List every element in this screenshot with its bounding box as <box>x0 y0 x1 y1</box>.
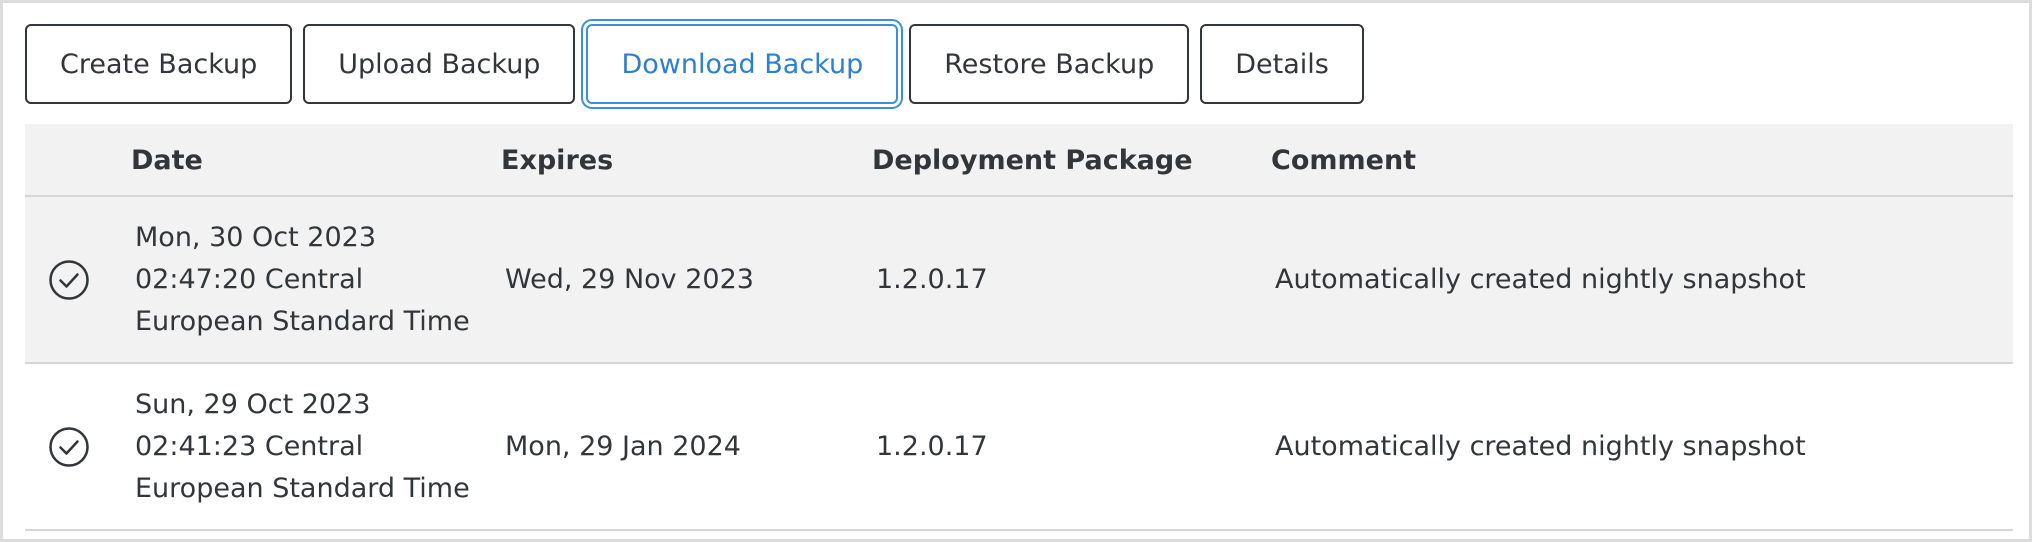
cell-date: Mon, 30 Oct 2023 02:47:20 Central Europe… <box>135 197 470 362</box>
check-circle-icon <box>48 259 90 301</box>
table-row[interactable]: Mon, 30 Oct 2023 02:47:20 Central Europe… <box>25 197 2013 364</box>
restore-backup-button[interactable]: Restore Backup <box>909 24 1190 104</box>
cell-comment: Automatically created nightly snapshot <box>1275 264 1806 295</box>
cell-expires: Mon, 29 Jan 2024 <box>505 431 741 462</box>
backup-panel: Create Backup Upload Backup Download Bac… <box>0 0 2032 542</box>
download-backup-button[interactable]: Download Backup <box>581 19 904 109</box>
column-header-deployment-package[interactable]: Deployment Package <box>872 124 1193 197</box>
backup-toolbar: Create Backup Upload Backup Download Bac… <box>25 19 1364 109</box>
backups-table: Date Expires Deployment Package Comment … <box>25 124 2013 531</box>
cell-date: Sun, 29 Oct 2023 02:41:23 Central Europe… <box>135 364 470 529</box>
cell-deployment-package: 1.2.0.17 <box>876 264 988 295</box>
column-header-expires[interactable]: Expires <box>501 124 613 197</box>
date-line: 02:41:23 Central <box>135 430 364 462</box>
upload-backup-button[interactable]: Upload Backup <box>303 24 576 104</box>
date-line: European Standard Time <box>135 472 470 504</box>
date-line: 02:47:20 Central <box>135 263 364 295</box>
create-backup-button[interactable]: Create Backup <box>25 24 293 104</box>
column-header-date[interactable]: Date <box>131 124 203 197</box>
details-button[interactable]: Details <box>1200 24 1364 104</box>
cell-deployment-package: 1.2.0.17 <box>876 431 988 462</box>
cell-expires: Wed, 29 Nov 2023 <box>505 264 754 295</box>
date-line: European Standard Time <box>135 305 470 337</box>
table-header: Date Expires Deployment Package Comment <box>25 124 2013 197</box>
cell-comment: Automatically created nightly snapshot <box>1275 431 1806 462</box>
date-line: Sun, 29 Oct 2023 <box>135 388 371 420</box>
table-row[interactable]: Sun, 29 Oct 2023 02:41:23 Central Europe… <box>25 364 2013 531</box>
check-circle-icon <box>48 426 90 468</box>
date-line: Mon, 30 Oct 2023 <box>135 221 377 253</box>
column-header-comment[interactable]: Comment <box>1271 124 1416 197</box>
